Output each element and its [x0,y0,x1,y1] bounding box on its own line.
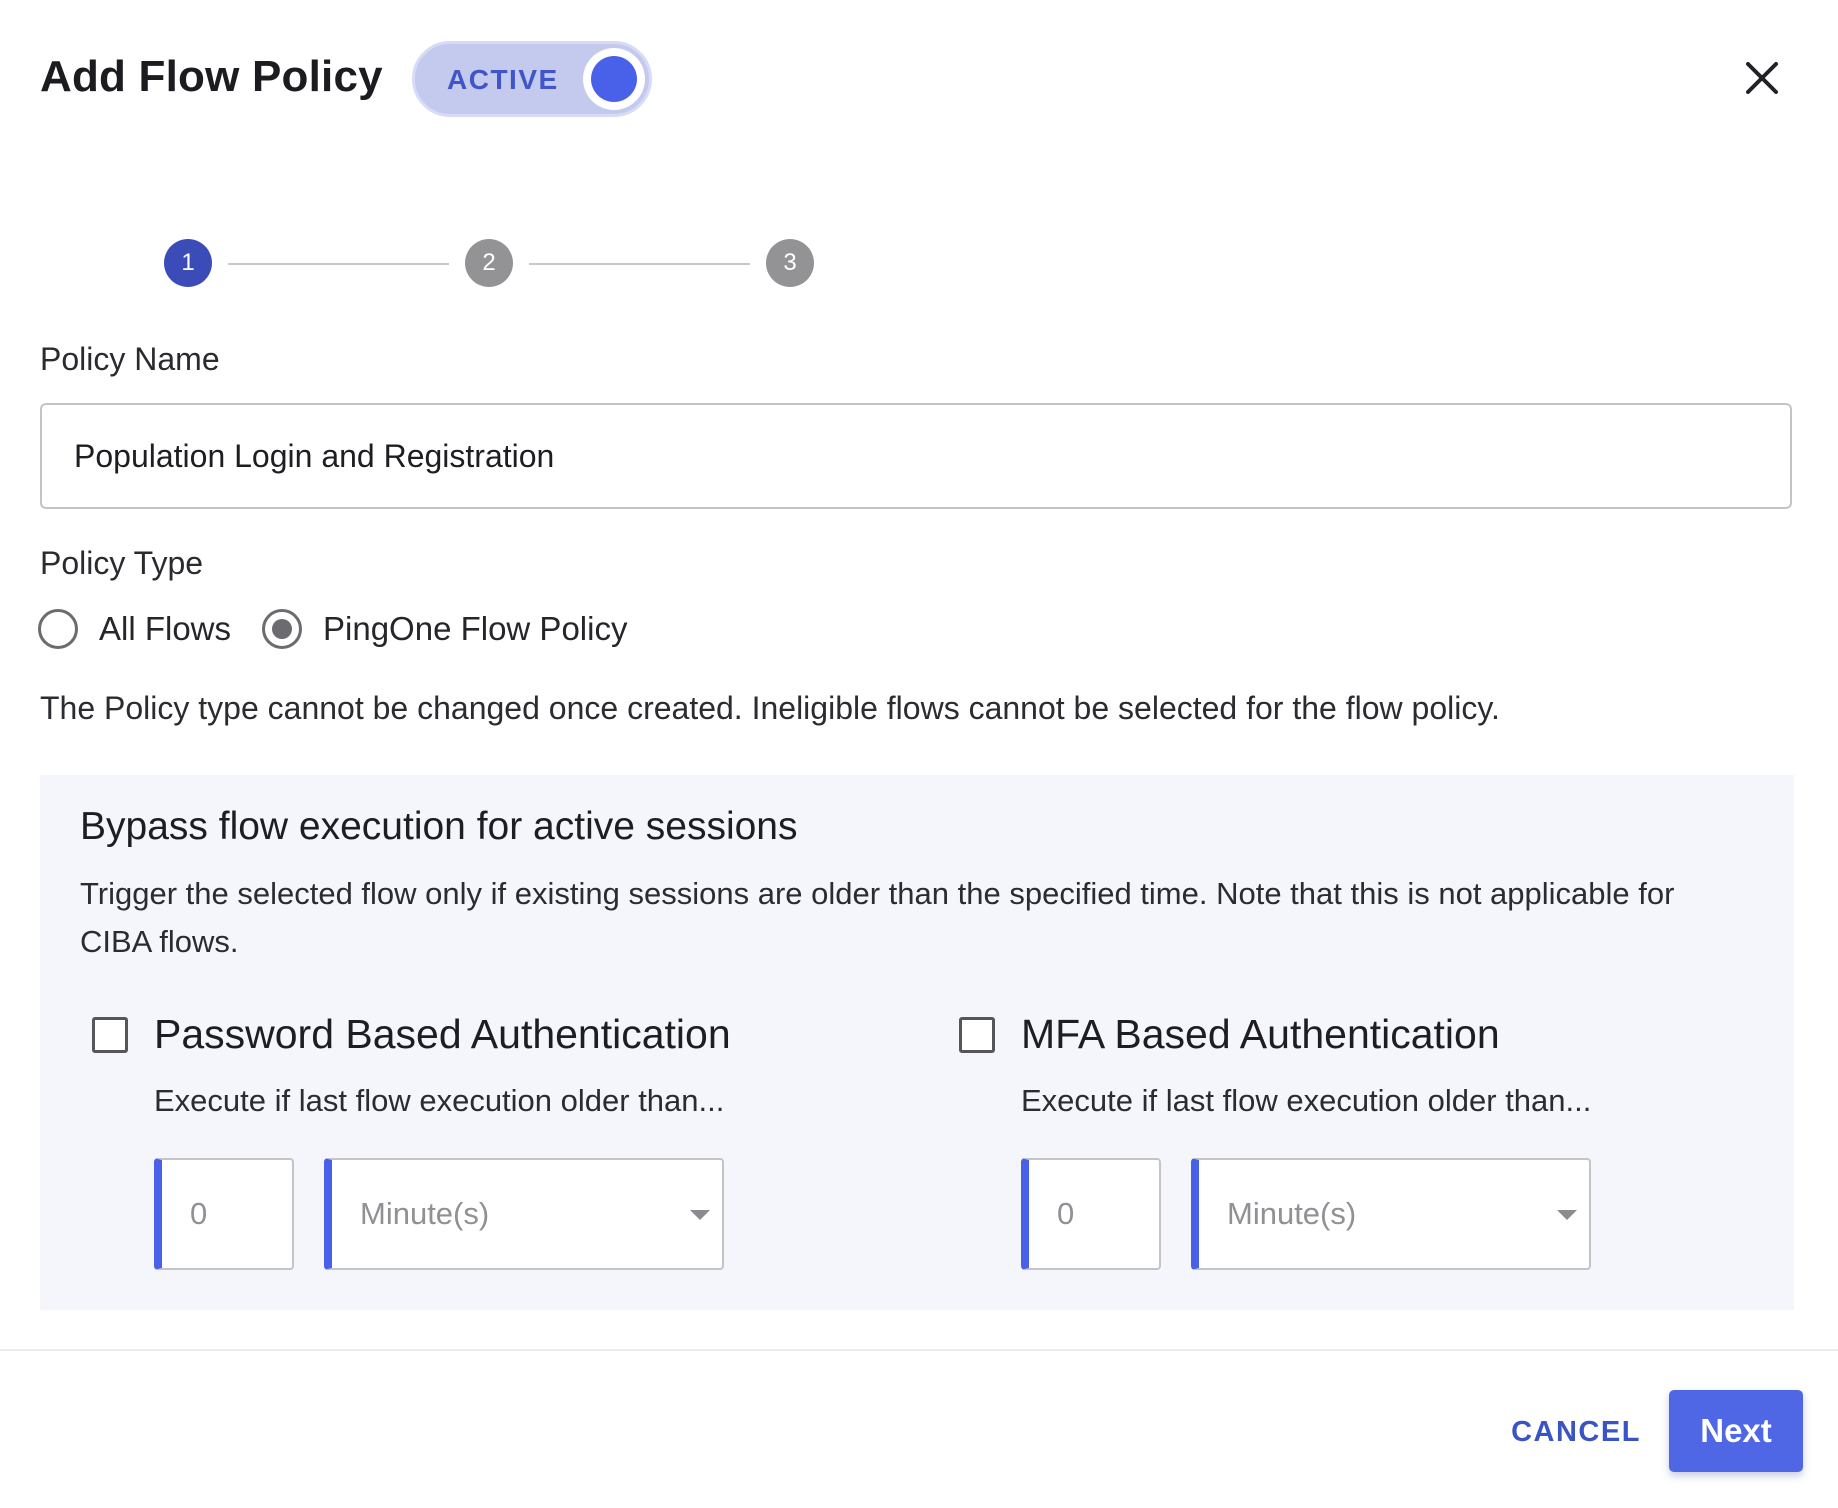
active-status-toggle[interactable]: ACTIVE [412,41,652,117]
mfa-auth-checkbox[interactable] [959,1017,995,1053]
step-connector [529,263,750,265]
close-button[interactable] [1740,56,1784,100]
radio-unchecked-icon [38,609,78,649]
bypass-section: Bypass flow execution for active session… [40,775,1794,1310]
status-toggle-label: ACTIVE [447,64,559,95]
footer-divider [0,1349,1838,1351]
bypass-description: Trigger the selected flow only if existi… [80,876,1675,959]
radio-all-flows[interactable]: All Flows [38,606,231,652]
bypass-title: Bypass flow execution for active session… [80,805,798,848]
mfa-auth-sublabel: Execute if last flow execution older tha… [1021,1083,1592,1118]
dialog-title: Add Flow Policy [40,52,383,101]
password-auth-label: Password Based Authentication [154,1011,731,1057]
radio-label: All Flows [99,610,232,647]
password-auth-group: Password Based Authentication Execute if… [92,1011,852,1275]
radio-pingone-flow-policy[interactable]: PingOne Flow Policy [262,606,627,652]
add-flow-policy-dialog: Add Flow Policy ACTIVE 1 2 3 Policy Name… [0,0,1838,1508]
password-auth-sublabel: Execute if last flow execution older tha… [154,1083,725,1118]
mfa-auth-label: MFA Based Authentication [1021,1011,1500,1057]
unit-select-value: Minute(s) [360,1196,490,1231]
step-1-indicator: 1 [164,239,212,287]
step-3-indicator: 3 [766,239,814,287]
caret-down-icon [690,1210,710,1220]
stepper: 1 2 3 [164,239,814,289]
close-icon [1746,62,1778,94]
toggle-knob [583,48,645,110]
step-connector [228,263,449,265]
caret-down-icon [1557,1210,1577,1220]
step-2-indicator: 2 [465,239,513,287]
mfa-auth-group: MFA Based Authentication Execute if last… [959,1011,1719,1275]
policy-name-input[interactable] [40,403,1792,509]
cancel-button[interactable]: CANCEL [1496,1400,1656,1464]
policy-type-label: Policy Type [40,545,204,581]
password-auth-time-input[interactable]: 0 [154,1158,294,1270]
radio-label: PingOne Flow Policy [323,610,628,647]
password-auth-checkbox[interactable] [92,1017,128,1053]
mfa-auth-unit-select[interactable]: Minute(s) [1191,1158,1591,1270]
next-button[interactable]: Next [1669,1390,1803,1472]
mfa-auth-time-input[interactable]: 0 [1021,1158,1161,1270]
policy-name-label: Policy Name [40,341,220,377]
radio-checked-icon [262,609,302,649]
password-auth-unit-select[interactable]: Minute(s) [324,1158,724,1270]
unit-select-value: Minute(s) [1227,1196,1357,1231]
policy-type-help-text: The Policy type cannot be changed once c… [40,690,1500,726]
